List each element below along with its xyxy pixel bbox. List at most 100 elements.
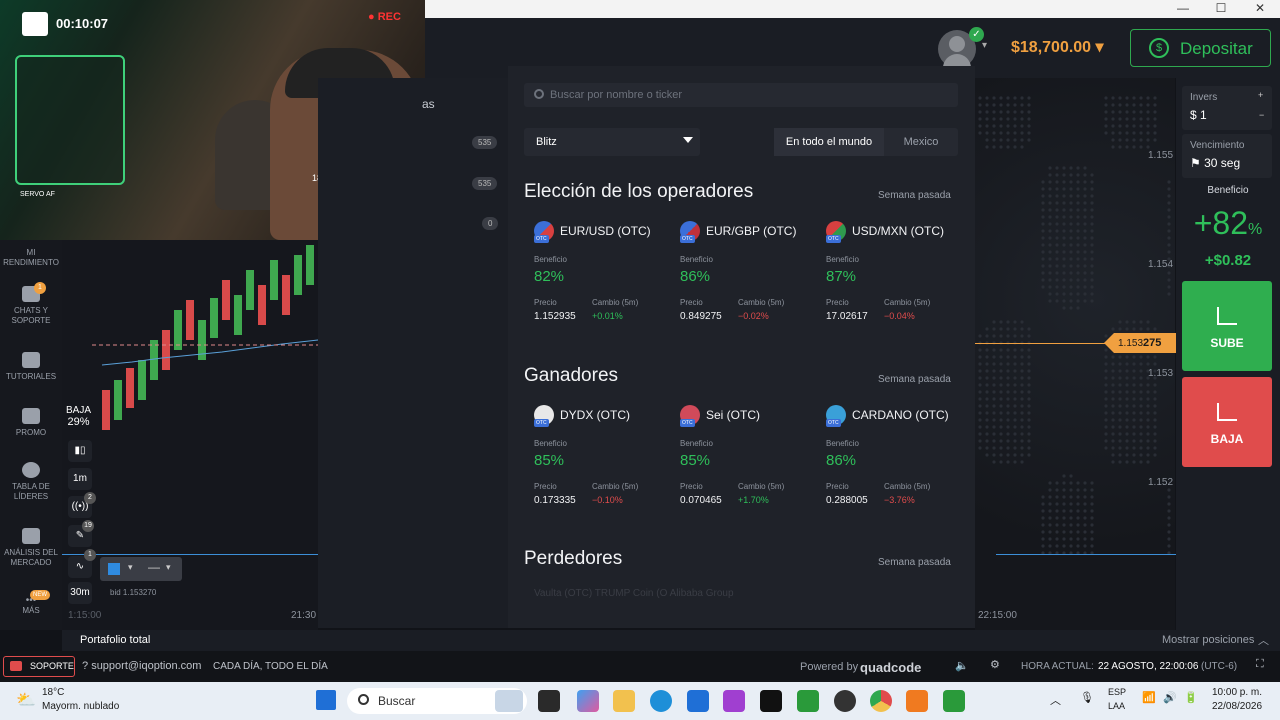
store-icon[interactable]: [687, 690, 709, 712]
show-positions-button[interactable]: Mostrar posiciones: [1162, 634, 1254, 646]
candle: [222, 280, 230, 320]
timeframe-button[interactable]: 1m: [68, 468, 92, 490]
asset-card[interactable]: OTC EUR/GBP (OTC) Beneficio 86% Precio C…: [670, 221, 810, 322]
current-time-value: 22 AGOSTO, 22:00:06: [1098, 661, 1199, 672]
map-dot: [1062, 180, 1066, 184]
chrome-icon[interactable]: [870, 690, 892, 712]
bike-app-icon[interactable]: [495, 690, 523, 712]
investment-input[interactable]: Invers $ 1 + −: [1182, 86, 1272, 130]
sidebar-item-leaderboard[interactable]: TABLA DE LÍDERES: [0, 462, 62, 502]
xbox-icon[interactable]: [797, 690, 819, 712]
map-dot: [1027, 362, 1031, 366]
file-explorer-icon[interactable]: [613, 690, 635, 712]
sidebar-item-chat-support[interactable]: 1 CHATS Y SOPORTE: [0, 282, 62, 326]
edge-icon[interactable]: [650, 690, 672, 712]
map-dot: [1083, 537, 1087, 541]
map-dot: [985, 397, 989, 401]
sidebar-item-tutorials[interactable]: TUTORIALES: [0, 352, 62, 382]
asset-benefit: 85%: [680, 452, 711, 469]
buy-up-button[interactable]: SUBE: [1182, 281, 1272, 371]
map-dot: [1048, 481, 1052, 485]
asset-card[interactable]: OTC DYDX (OTC) Beneficio 85% Precio Camb…: [524, 405, 664, 506]
map-dot: [1055, 180, 1059, 184]
map-dot: [1062, 208, 1066, 212]
iqoption-icon[interactable]: [906, 690, 928, 712]
map-dot: [1048, 222, 1052, 226]
fullscreen-icon[interactable]: ⛶: [1256, 658, 1264, 671]
period-button[interactable]: 30m: [68, 582, 92, 604]
chart-type-button[interactable]: ▮▯: [68, 440, 92, 462]
sidebar-item-label: ANÁLISIS DEL MERCADO: [4, 548, 58, 567]
map-dot: [1006, 348, 1010, 352]
category-dropdown[interactable]: Blitz: [524, 128, 700, 156]
sidebar-item-market-analysis[interactable]: ANÁLISIS DEL MERCADO: [0, 528, 62, 568]
obs-icon[interactable]: [834, 690, 856, 712]
language-indicator[interactable]: ESP: [1108, 687, 1126, 697]
map-dot: [1083, 180, 1087, 184]
sidebar-item-more[interactable]: ••• NEW MÁS: [0, 590, 62, 616]
tab-mexico[interactable]: Mexico: [884, 128, 958, 156]
map-dot: [1111, 355, 1115, 359]
map-dot: [1118, 145, 1122, 149]
section-period[interactable]: Semana pasada: [878, 374, 951, 385]
map-dot: [1020, 418, 1024, 422]
battery-icon[interactable]: 🔋: [1184, 691, 1198, 704]
section-period[interactable]: Semana pasada: [878, 190, 951, 201]
map-dot: [1006, 453, 1010, 457]
sidebar-item-promo[interactable]: PROMO: [0, 408, 62, 438]
chevron-up-icon[interactable]: ︿: [1050, 692, 1061, 708]
buy-down-button[interactable]: BAJA: [1182, 377, 1272, 467]
map-dot: [999, 320, 1003, 324]
plus-icon[interactable]: +: [1258, 90, 1263, 100]
asset-card[interactable]: OTC Sei (OTC) Beneficio 85% Precio Cambi…: [670, 405, 810, 506]
section-period[interactable]: Semana pasada: [878, 557, 951, 568]
map-dot: [999, 327, 1003, 331]
map-dot: [1027, 110, 1031, 114]
clock-date[interactable]: 22/08/2026: [1212, 701, 1262, 712]
speaker-icon[interactable]: 🔈: [955, 659, 969, 672]
wifi-icon[interactable]: 📶: [1142, 691, 1156, 704]
map-dot: [1076, 166, 1080, 170]
map-dot: [1111, 327, 1115, 331]
asset-price: 0.288005: [826, 495, 868, 506]
account-balance[interactable]: $18,700.00 ▾: [1011, 37, 1104, 57]
asset-card[interactable]: OTC USD/MXN (OTC) Beneficio 87% Precio C…: [816, 221, 956, 322]
photos-icon[interactable]: [723, 690, 745, 712]
clock-time[interactable]: 10:00 p. m.: [1212, 687, 1262, 698]
minimize-button[interactable]: —: [1163, 0, 1203, 18]
support-email[interactable]: ? support@iqoption.com: [82, 660, 201, 672]
deposit-button[interactable]: $ Depositar: [1130, 29, 1271, 67]
map-dot: [992, 96, 996, 100]
close-button[interactable]: ✕: [1240, 0, 1280, 18]
expiry-selector[interactable]: Vencimiento ⚑ 30 seg: [1182, 134, 1272, 178]
tab-worldwide[interactable]: En todo el mundo: [774, 128, 884, 156]
map-dot: [1076, 537, 1080, 541]
asset-card[interactable]: OTC CARDANO (OTC) Beneficio 86% Precio C…: [816, 405, 956, 506]
copilot-icon[interactable]: [577, 690, 599, 712]
portfolio-total-button[interactable]: Portafolio total: [80, 634, 150, 646]
chevron-up-icon[interactable]: ︿: [1258, 632, 1269, 648]
minus-icon[interactable]: −: [1259, 110, 1264, 120]
map-dot: [1083, 488, 1087, 492]
weather-desc[interactable]: Mayorm. nublado: [42, 701, 119, 712]
search-input[interactable]: Buscar por nombre o ticker: [524, 83, 958, 107]
map-dot: [978, 103, 982, 107]
gear-icon[interactable]: ⚙: [990, 658, 1000, 671]
volume-icon[interactable]: 🔊: [1163, 691, 1177, 704]
chevron-down-icon[interactable]: ▾: [982, 40, 987, 51]
map-dot: [999, 131, 1003, 135]
tiktok-icon[interactable]: [760, 690, 782, 712]
microphone-icon[interactable]: 🎙: [1080, 691, 1094, 704]
xbox-icon[interactable]: [943, 690, 965, 712]
maximize-button[interactable]: ☐: [1201, 0, 1241, 18]
sidebar-item-performance[interactable]: MI RENDIMIENTO: [0, 248, 62, 268]
axis-tick: 1.154: [1148, 259, 1174, 270]
windows-start-icon[interactable]: [316, 690, 336, 710]
map-dot: [1125, 320, 1129, 324]
map-dot: [1104, 355, 1108, 359]
asset-card[interactable]: OTC EUR/USD (OTC) Beneficio 82% Precio C…: [524, 221, 664, 322]
task-view-icon[interactable]: [538, 690, 560, 712]
weather-temp[interactable]: 18°C: [42, 687, 64, 698]
map-dot: [1006, 362, 1010, 366]
color-swatch[interactable]: [108, 563, 120, 575]
